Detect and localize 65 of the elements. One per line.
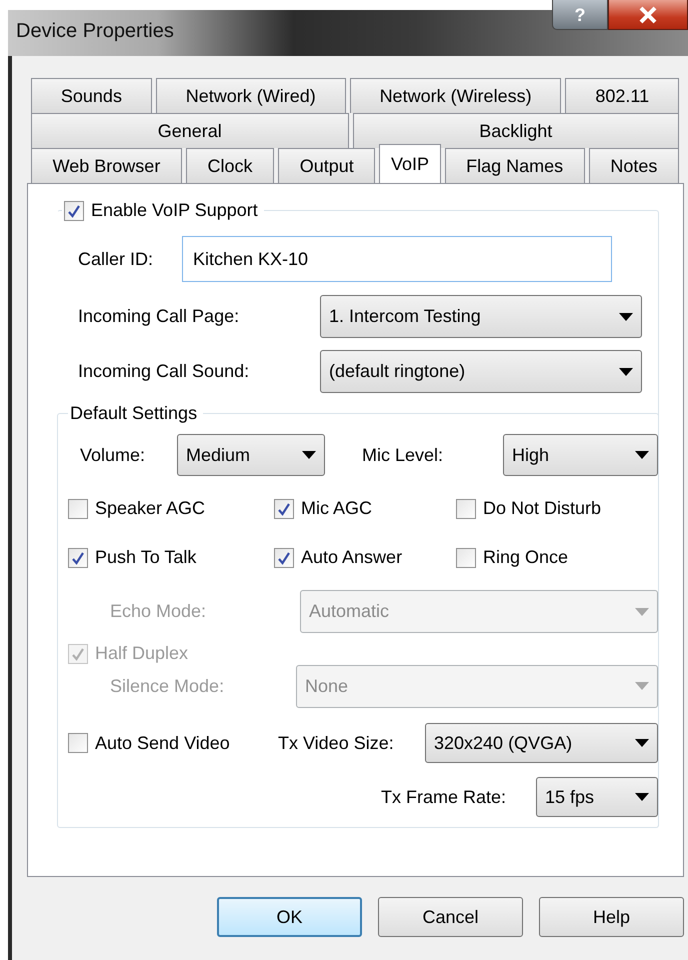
input-field[interactable]: Kitchen KX-10 [182,236,612,282]
checkbox[interactable] [274,498,294,518]
dropdown[interactable]: High [503,434,658,476]
dialog-button[interactable]: OK [217,897,362,937]
check-icon [67,204,81,218]
window-title: Device Properties [16,20,174,43]
checkbox-label: Mic AGC [301,498,372,519]
checkbox-label: Auto Send Video [95,732,230,754]
group-title: Default Settings [70,403,198,423]
caret-icon [302,451,316,459]
field-label: Mic Level: [362,444,444,466]
checkbox-label: Ring Once [483,547,568,568]
caret-icon [635,608,649,616]
caret-icon [635,682,649,690]
caret-icon [619,312,633,320]
field-label: Incoming Call Sound: [78,361,250,382]
checkbox[interactable] [456,548,476,568]
check-icon [277,550,291,564]
checkbox-label: Do Not Disturb [483,498,602,519]
checkbox-label: Push To Talk [95,547,196,568]
check-icon [71,646,85,660]
tab[interactable]: Flag Names [444,148,585,183]
tab[interactable]: Backlight [352,113,679,148]
field-label: Echo Mode: [109,601,208,622]
tab[interactable]: General [31,113,348,148]
field-label: Silence Mode: [109,676,226,696]
dialog-button[interactable]: Cancel [378,897,523,937]
caret-icon [635,793,649,801]
tab[interactable]: Web Browser [31,148,182,183]
field-label: Tx Video Size: [278,732,395,754]
field-label: Volume: [80,444,146,466]
check-icon [277,502,291,516]
caret-icon [635,451,649,459]
checkbox[interactable] [68,498,88,518]
dialog-button[interactable]: Help [539,897,684,937]
dropdown[interactable]: (default ringtone) [320,350,642,393]
tab[interactable]: 802.11 [565,78,679,113]
tab[interactable]: Network (Wireless) [350,78,562,113]
dropdown[interactable]: Medium [177,434,325,476]
tab[interactable]: Network (Wired) [156,78,346,113]
tab[interactable]: Output [278,148,376,183]
checkbox-label: Speaker AGC [95,498,206,519]
dropdown[interactable]: 320x240 (QVGA) [425,723,658,763]
checkbox[interactable] [456,498,476,518]
field-label: Caller ID: [78,248,154,270]
field-label: Incoming Call Page: [78,306,240,327]
caret-icon [619,368,633,376]
close-icon [638,6,658,24]
check-icon [71,550,85,564]
tab[interactable]: Sounds [31,78,152,113]
checkbox[interactable] [68,548,88,568]
tab[interactable]: Notes [588,148,679,183]
close-button[interactable] [608,0,688,30]
dropdown[interactable]: 1. Intercom Testing [320,295,642,338]
checkbox-label: Auto Answer [301,547,402,568]
dropdown[interactable]: 15 fps [536,777,658,817]
tab[interactable]: Clock [186,148,274,183]
checkbox[interactable] [274,548,294,568]
caret-icon [635,739,649,747]
checkbox-label: Half Duplex [95,643,188,664]
field-label: Tx Frame Rate: [380,786,506,808]
checkbox[interactable] [64,200,84,220]
checkbox-label: Enable VoIP Support [91,200,258,221]
tab[interactable]: VoIP [379,144,440,183]
checkbox[interactable] [68,733,88,753]
